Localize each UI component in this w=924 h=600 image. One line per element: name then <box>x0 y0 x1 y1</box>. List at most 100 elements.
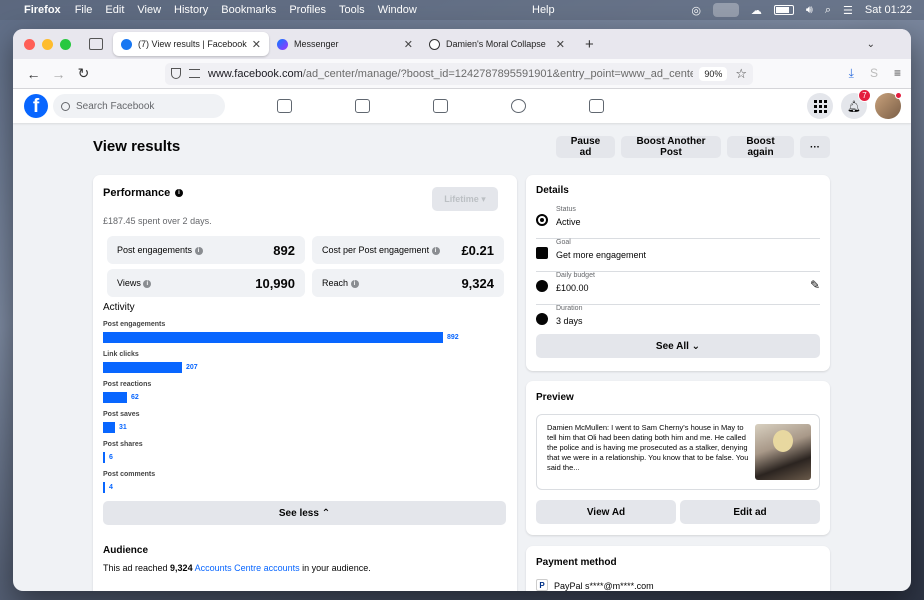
tab-facebook[interactable]: (7) View results | Facebook ✕ <box>113 32 269 56</box>
forward-button[interactable]: → <box>46 66 71 82</box>
facebook-logo-icon[interactable]: f <box>24 94 48 118</box>
downloads-icon[interactable]: ⤓ <box>849 66 854 81</box>
new-tab-button[interactable]: + <box>585 36 594 53</box>
browser-window: (7) View results | Facebook ✕ Messenger … <box>13 29 911 591</box>
menubar-clock[interactable]: Sat 01:22 <box>865 4 912 16</box>
activity-label: Post saves <box>103 411 140 418</box>
dollar-icon <box>536 280 548 292</box>
preview-card: Preview Damien McMullen: I went to Sam C… <box>526 381 830 535</box>
metric-cost-per-engagement: Cost per Post engagement i £0.21 <box>312 236 504 264</box>
profile-avatar[interactable] <box>875 92 902 119</box>
chatgpt-status-icon[interactable]: ◎ <box>691 4 701 17</box>
home-icon[interactable] <box>277 99 292 113</box>
avatar-status-dot <box>895 92 902 99</box>
tab-chatgpt[interactable]: Damien's Moral Collapse ✕ <box>421 32 573 56</box>
metric-value: 9,324 <box>461 275 494 291</box>
facebook-search[interactable] <box>53 94 225 118</box>
activity-bar <box>103 452 105 463</box>
macos-menubar: Firefox File Edit View History Bookmarks… <box>0 0 924 20</box>
accounts-centre-link[interactable]: Accounts Centre accounts <box>195 563 300 573</box>
menu-app-name[interactable]: Firefox <box>24 4 61 16</box>
paypal-icon: P <box>536 579 548 591</box>
bookmark-star-icon[interactable]: ☆ <box>735 66 747 82</box>
url-domain: www.facebook.com <box>208 67 303 80</box>
metric-views: Views i 10,990 <box>107 269 305 297</box>
minimize-window-button[interactable] <box>42 38 53 50</box>
more-options-button[interactable]: ··· <box>800 136 830 158</box>
search-input[interactable] <box>76 100 216 112</box>
detail-value: £100.00 <box>556 283 589 293</box>
info-icon[interactable]: i <box>194 246 203 255</box>
url-text[interactable]: www.facebook.com/ad_center/manage/?boost… <box>208 68 693 80</box>
grid-icon <box>813 99 827 113</box>
menu-file[interactable]: File <box>75 4 93 16</box>
app-menu-icon[interactable]: ≡ <box>894 66 901 81</box>
extension-icon[interactable]: S <box>870 66 878 81</box>
cloud-icon[interactable]: ☁ <box>751 4 762 17</box>
marketplace-icon[interactable] <box>433 99 448 113</box>
menu-profiles[interactable]: Profiles <box>289 4 326 16</box>
tab-manager-icon[interactable] <box>89 38 103 50</box>
lifetime-dropdown[interactable]: Lifetime ▾ <box>432 187 498 211</box>
info-icon[interactable]: i <box>431 246 440 255</box>
spotlight-search-icon[interactable]: ⌕ <box>825 4 831 17</box>
detail-label: Status <box>556 206 576 213</box>
detail-value: Get more engagement <box>556 250 647 260</box>
tab-title: Damien's Moral Collapse <box>446 39 546 49</box>
activity-bar <box>103 422 115 433</box>
video-icon[interactable] <box>355 99 370 113</box>
zoom-level-badge[interactable]: 90% <box>699 66 728 81</box>
detail-label: Daily budget <box>556 272 595 279</box>
close-tab-icon[interactable]: ✕ <box>404 38 413 51</box>
boost-another-post-button[interactable]: Boost Another Post <box>621 136 721 158</box>
post-preview[interactable]: Damien McMullen: I went to Sam Cherny's … <box>536 414 820 490</box>
view-ad-button[interactable]: View Ad <box>536 500 676 524</box>
notifications-button[interactable]: 🔔︎ 7 <box>841 89 871 119</box>
display-status-icon[interactable] <box>712 3 739 17</box>
facebook-header-right: 🔔︎ 7 <box>807 89 902 119</box>
control-center-icon[interactable]: ☰ <box>843 4 853 17</box>
detail-status: Status Active <box>536 206 820 239</box>
see-all-button[interactable]: See All ⌄ <box>536 334 820 358</box>
payment-title: Payment method <box>536 557 617 568</box>
edit-pencil-icon[interactable]: ✎ <box>810 278 820 292</box>
activity-value: 31 <box>119 424 127 431</box>
menu-history[interactable]: History <box>174 4 208 16</box>
zoom-window-button[interactable] <box>60 38 71 50</box>
see-less-button[interactable]: See less ⌃ <box>103 501 506 525</box>
window-controls <box>24 38 71 50</box>
activity-label: Link clicks <box>103 351 139 358</box>
menu-grid-button[interactable] <box>807 93 833 119</box>
reload-button[interactable]: ↻ <box>71 65 96 82</box>
detail-label: Duration <box>556 305 583 312</box>
menu-edit[interactable]: Edit <box>105 4 124 16</box>
battery-icon[interactable] <box>773 5 794 15</box>
address-bar[interactable]: www.facebook.com/ad_center/manage/?boost… <box>165 62 753 85</box>
activity-bar <box>103 392 127 403</box>
menu-window[interactable]: Window <box>378 4 417 16</box>
list-all-tabs-icon[interactable]: ⌄ <box>867 39 875 50</box>
close-tab-icon[interactable]: ✕ <box>556 38 565 51</box>
details-card: Details Status Active Goal Get more enga… <box>526 175 830 371</box>
info-icon[interactable]: i <box>143 279 152 288</box>
tab-messenger[interactable]: Messenger ✕ <box>269 32 421 56</box>
info-icon[interactable]: i <box>350 279 359 288</box>
menu-view[interactable]: View <box>137 4 161 16</box>
menu-tools[interactable]: Tools <box>339 4 365 16</box>
volume-icon[interactable]: 🔊︎ <box>806 4 813 17</box>
groups-icon[interactable] <box>511 99 526 113</box>
close-window-button[interactable] <box>24 38 35 50</box>
boost-again-button[interactable]: Boost again <box>727 136 794 158</box>
page-title: View results <box>93 138 181 155</box>
menu-help[interactable]: Help <box>532 4 555 16</box>
info-icon[interactable]: i <box>175 189 183 197</box>
back-button[interactable]: ← <box>21 66 46 82</box>
edit-ad-button[interactable]: Edit ad <box>680 500 820 524</box>
menu-bookmarks[interactable]: Bookmarks <box>221 4 276 16</box>
permissions-icon[interactable] <box>189 69 200 78</box>
pause-ad-button[interactable]: Pause ad <box>556 136 615 158</box>
facebook-icon <box>121 38 132 50</box>
tracking-protection-icon[interactable] <box>171 68 181 79</box>
gaming-icon[interactable] <box>589 99 604 113</box>
close-tab-icon[interactable]: ✕ <box>252 38 261 51</box>
